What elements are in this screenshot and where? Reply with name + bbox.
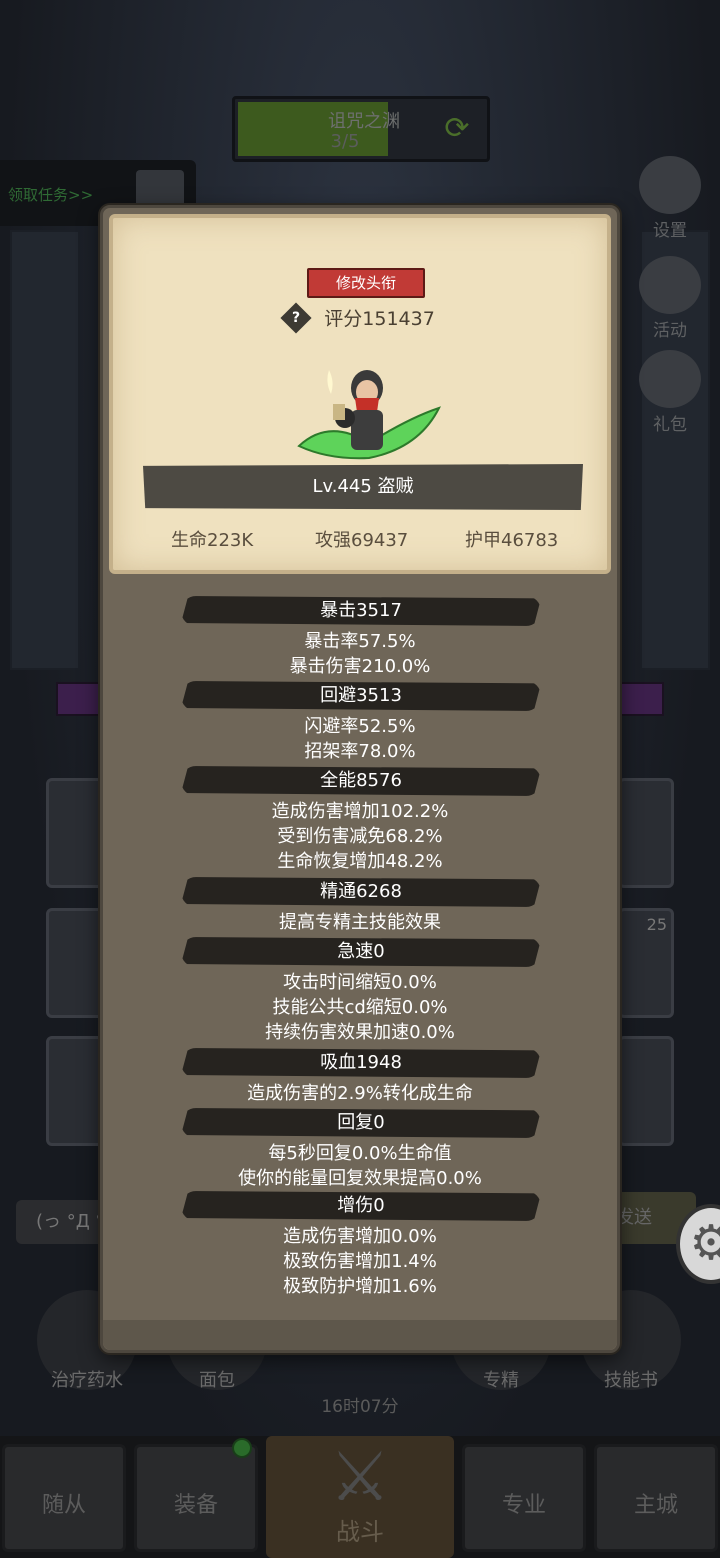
crossed-swords-icon: ⚔ <box>329 1438 391 1517</box>
settings-button[interactable]: 设置 <box>630 156 710 241</box>
bread-label: 面包 <box>199 1370 235 1391</box>
stat-header-crit: 暴击3517 <box>181 596 541 626</box>
armor-stat: 护甲46783 <box>465 530 559 551</box>
character-stats-modal: 修改头衔 ? 评分151437 Lv.445 盗贼 生命223K 攻强69437… <box>100 205 620 1353</box>
notification-dot <box>232 1438 252 1458</box>
stat-line: 暴击伤害210.0% <box>289 656 431 677</box>
stat-line: 受到伤害减免68.2% <box>277 826 443 847</box>
stat-line: 持续伤害效果加速0.0% <box>265 1022 455 1043</box>
activity-button[interactable]: 活动 <box>630 256 710 341</box>
equipment-slot[interactable] <box>46 908 104 1018</box>
zone-count: 3/5 <box>330 131 360 152</box>
nav-main-city-label: 主城 <box>633 1493 678 1518</box>
stat-header-damage-bonus: 增伤0 <box>181 1191 541 1221</box>
profile-card: 修改头衔 ? 评分151437 Lv.445 盗贼 生命223K 攻强69437… <box>109 214 611 574</box>
specialization-label: 专精 <box>483 1370 519 1391</box>
stat-line: 生命恢复增加48.2% <box>277 851 443 872</box>
nav-followers[interactable]: 随从 <box>2 1444 126 1552</box>
stat-line: 技能公共cd缩短0.0% <box>272 997 448 1018</box>
stat-line: 暴击率57.5% <box>304 631 416 652</box>
stat-line: 招架率78.0% <box>304 741 416 762</box>
attack-stat: 攻强69437 <box>315 530 409 551</box>
nav-followers-label: 随从 <box>41 1493 86 1518</box>
nav-equipment[interactable]: 装备 <box>134 1444 258 1552</box>
stat-header-avoidance: 回避3513 <box>181 681 541 711</box>
slot-count-badge: 25 <box>646 915 667 934</box>
healing-potion-label: 治疗药水 <box>51 1370 123 1391</box>
gift-label: 礼包 <box>653 415 687 435</box>
skill-book-label: 技能书 <box>604 1370 658 1391</box>
timer-text: 16时07分 <box>321 1397 399 1417</box>
change-title-button[interactable]: 修改头衔 <box>307 268 425 298</box>
gear-icon <box>639 156 701 214</box>
core-stats-row: 生命223K 攻强69437 护甲46783 <box>113 526 607 556</box>
nav-profession[interactable]: 专业 <box>462 1444 586 1552</box>
stat-line: 使你的能量回复效果提高0.0% <box>238 1168 482 1189</box>
settings-label: 设置 <box>653 221 687 241</box>
equipment-slot[interactable] <box>46 778 104 888</box>
nav-main-city[interactable]: 主城 <box>594 1444 718 1552</box>
purple-bar-right <box>618 682 664 716</box>
stat-line: 造成伤害的2.9%转化成生命 <box>247 1083 473 1104</box>
nav-equipment-label: 装备 <box>173 1493 218 1518</box>
stat-line: 极致防护增加1.6% <box>283 1276 437 1297</box>
nav-battle-label: 战斗 <box>336 1518 384 1546</box>
stat-line: 闪避率52.5% <box>304 716 416 737</box>
hp-stat: 生命223K <box>171 530 254 551</box>
nav-profession-label: 专业 <box>501 1493 546 1518</box>
level-class-bar: Lv.445 盗贼 <box>143 464 583 510</box>
stat-header-haste: 急速0 <box>181 937 541 967</box>
equipment-slot[interactable]: 25 <box>618 908 674 1018</box>
help-icon[interactable]: ? <box>280 301 312 334</box>
equipment-slot[interactable] <box>46 1036 104 1146</box>
refresh-icon[interactable]: ⟳ <box>439 111 475 147</box>
stat-line: 提高专精主技能效果 <box>279 912 441 933</box>
stat-line: 极致伤害增加1.4% <box>283 1251 437 1272</box>
gift-button[interactable]: 礼包 <box>630 350 710 435</box>
purple-bar-left <box>56 682 102 716</box>
stat-line: 攻击时间缩短0.0% <box>283 972 437 993</box>
stat-header-recovery: 回复0 <box>181 1108 541 1138</box>
equipment-slot[interactable] <box>618 778 674 888</box>
character-avatar <box>297 370 441 460</box>
background-pillar <box>10 230 80 670</box>
equipment-slot[interactable] <box>618 1036 674 1146</box>
stat-line: 造成伤害增加102.2% <box>271 801 449 822</box>
nav-battle[interactable]: ⚔ 战斗 <box>266 1436 454 1558</box>
score-row: ? 评分151437 <box>113 301 607 334</box>
score-text: 评分151437 <box>324 308 435 330</box>
zone-progress-bar[interactable]: 诅咒之渊 3/5 ⟳ <box>232 96 490 162</box>
calendar-icon <box>639 256 701 314</box>
stat-header-lifesteal: 吸血1948 <box>181 1048 541 1078</box>
gift-icon <box>639 350 701 408</box>
stat-header-mastery: 精通6268 <box>181 877 541 907</box>
stat-line: 造成伤害增加0.0% <box>283 1226 437 1247</box>
stat-header-versatility: 全能8576 <box>181 766 541 796</box>
claim-quest-label: 领取任务>> <box>8 186 94 204</box>
bottom-nav: 随从 装备 ⚔ 战斗 专业 主城 <box>0 1436 720 1558</box>
activity-label: 活动 <box>653 321 687 341</box>
stat-line: 每5秒回复0.0%生命值 <box>268 1143 452 1164</box>
modal-bottom-edge <box>103 1320 617 1350</box>
